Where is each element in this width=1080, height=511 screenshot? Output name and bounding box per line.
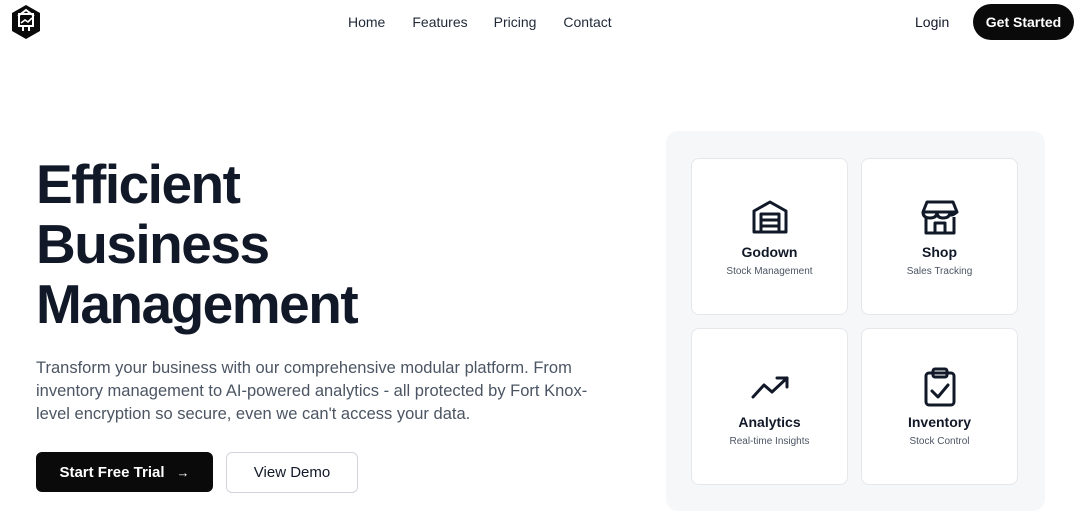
- store-icon: [920, 197, 960, 237]
- hero-title-line: Management: [36, 273, 359, 335]
- hero-title: Efficient Business Management: [36, 154, 456, 334]
- module-subtitle: Real-time Insights: [729, 436, 810, 447]
- top-navbar: Home Features Pricing Contact Login Get …: [0, 0, 1080, 44]
- login-link[interactable]: Login: [915, 14, 949, 30]
- nav-link-features[interactable]: Features: [412, 14, 467, 30]
- warehouse-icon: [750, 197, 790, 237]
- module-subtitle: Stock Management: [726, 266, 813, 277]
- module-subtitle: Sales Tracking: [906, 266, 973, 277]
- module-title: Godown: [741, 244, 798, 260]
- main-nav: Home Features Pricing Contact: [348, 14, 612, 30]
- hero-description: Transform your business with our compreh…: [36, 359, 588, 423]
- hero-title-line: Efficient: [36, 153, 241, 215]
- module-card-godown[interactable]: Godown Stock Management: [691, 158, 848, 315]
- module-card-analytics[interactable]: Analytics Real-time Insights: [691, 328, 848, 485]
- arrow-right-icon: →: [176, 464, 190, 480]
- get-started-button[interactable]: Get Started: [973, 4, 1074, 40]
- module-title: Shop: [922, 244, 957, 260]
- start-free-trial-label: Start Free Trial: [59, 463, 165, 481]
- hero-title-line: Business: [36, 213, 270, 275]
- module-title: Inventory: [907, 414, 971, 430]
- view-demo-button[interactable]: View Demo: [226, 452, 358, 493]
- modules-panel: Godown Stock Management Shop Sales Track…: [666, 131, 1045, 511]
- start-free-trial-button[interactable]: Start Free Trial →: [36, 452, 213, 492]
- module-subtitle: Stock Control: [909, 436, 970, 447]
- module-title: Analytics: [738, 414, 801, 430]
- nav-link-pricing[interactable]: Pricing: [494, 14, 537, 30]
- module-card-inventory[interactable]: Inventory Stock Control: [861, 328, 1018, 485]
- nav-link-home[interactable]: Home: [348, 14, 385, 30]
- clipboard-check-icon: [920, 367, 960, 407]
- module-card-shop[interactable]: Shop Sales Tracking: [861, 158, 1018, 315]
- trending-up-icon: [750, 367, 790, 407]
- nav-link-contact[interactable]: Contact: [563, 14, 611, 30]
- logo-icon[interactable]: [10, 4, 42, 40]
